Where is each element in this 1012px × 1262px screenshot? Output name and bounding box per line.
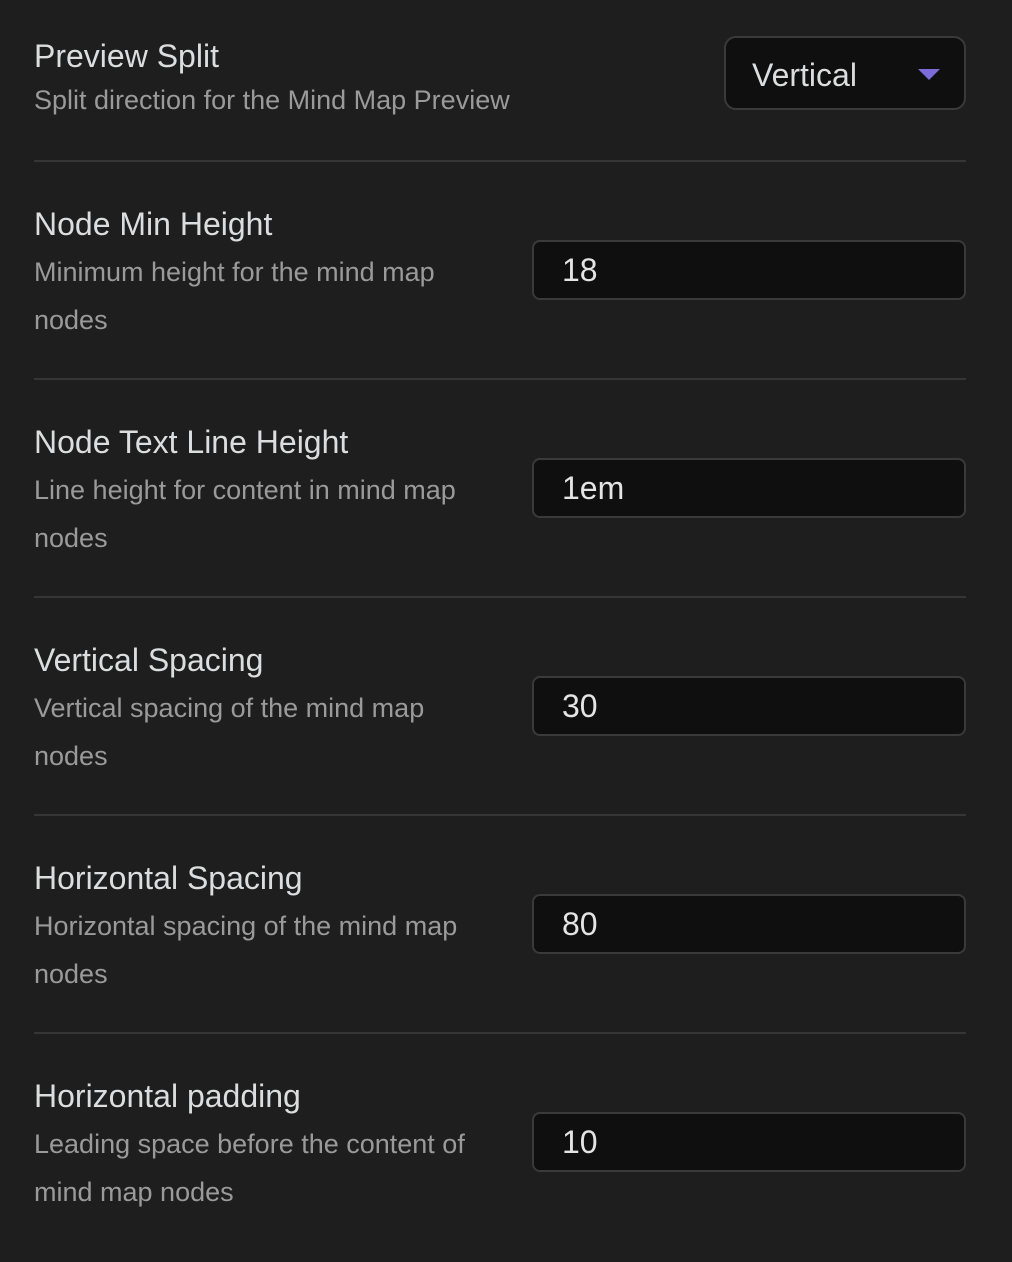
dropdown-selected-value: Vertical: [752, 57, 857, 93]
setting-horizontal-spacing: Horizontal Spacing Horizontal spacing of…: [34, 858, 966, 998]
settings-panel: Preview Split Split direction for the Mi…: [0, 0, 1012, 1262]
horizontal-spacing-input[interactable]: [532, 894, 966, 954]
setting-name: Vertical Spacing: [34, 642, 264, 678]
divider: [34, 378, 966, 380]
divider: [34, 1032, 966, 1034]
setting-name: Node Min Height: [34, 206, 273, 242]
chevron-down-icon: [918, 69, 940, 80]
setting-description: Vertical spacing of the mind map nodes: [34, 693, 425, 771]
setting-description: Horizontal spacing of the mind map nodes: [34, 911, 458, 989]
setting-preview-split: Preview Split Split direction for the Mi…: [34, 36, 966, 116]
setting-node-min-height: Node Min Height Minimum height for the m…: [34, 204, 966, 344]
divider: [34, 814, 966, 816]
horizontal-padding-input[interactable]: [532, 1112, 966, 1172]
setting-description: Minimum height for the mind map nodes: [34, 257, 435, 335]
setting-name: Preview Split: [34, 38, 219, 74]
setting-info: Preview Split Split direction for the Mi…: [34, 36, 634, 116]
setting-info: Vertical Spacing Vertical spacing of the…: [34, 640, 494, 780]
vertical-spacing-input[interactable]: [532, 676, 966, 736]
setting-info: Horizontal padding Leading space before …: [34, 1076, 504, 1216]
setting-name: Node Text Line Height: [34, 424, 349, 460]
setting-info: Horizontal Spacing Horizontal spacing of…: [34, 858, 474, 998]
setting-info: Node Text Line Height Line height for co…: [34, 422, 474, 562]
preview-split-dropdown[interactable]: Vertical: [724, 36, 966, 110]
setting-description: Leading space before the content of mind…: [34, 1129, 465, 1207]
setting-node-text-line-height: Node Text Line Height Line height for co…: [34, 422, 966, 562]
node-min-height-input[interactable]: [532, 240, 966, 300]
node-text-line-height-input[interactable]: [532, 458, 966, 518]
setting-name: Horizontal Spacing: [34, 860, 303, 896]
setting-horizontal-padding: Horizontal padding Leading space before …: [34, 1076, 966, 1216]
setting-description: Line height for content in mind map node…: [34, 475, 456, 553]
divider: [34, 160, 966, 162]
divider: [34, 596, 966, 598]
setting-description: Split direction for the Mind Map Preview: [34, 85, 510, 115]
setting-info: Node Min Height Minimum height for the m…: [34, 204, 494, 344]
setting-vertical-spacing: Vertical Spacing Vertical spacing of the…: [34, 640, 966, 780]
setting-name: Horizontal padding: [34, 1078, 301, 1114]
